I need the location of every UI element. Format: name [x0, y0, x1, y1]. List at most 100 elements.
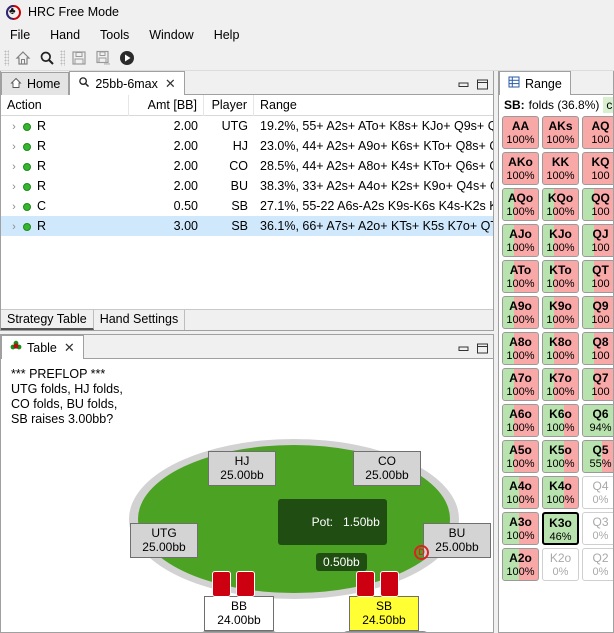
pot-label: Pot: [311, 515, 334, 529]
hand-cell[interactable]: A2o 100% [502, 548, 539, 581]
menu-tools[interactable]: Tools [98, 26, 131, 44]
menu-hand[interactable]: Hand [48, 26, 82, 44]
hand-cell[interactable]: Q8 100 [582, 332, 613, 365]
tab-hand-settings[interactable]: Hand Settings [93, 310, 186, 330]
table-row[interactable]: › R 2.00 CO 28.5%, 44+ A2s+ A8o+ K4s+ KTo+ Q… [1, 156, 493, 176]
toolbar-grip-2[interactable] [60, 50, 65, 66]
close-icon[interactable]: ✕ [64, 340, 75, 356]
hand-cell[interactable]: A3o 100% [502, 512, 539, 545]
tab-25bb-6max[interactable]: 25bb-6max ✕ [69, 71, 185, 95]
hand-cell[interactable]: AKs 100% [542, 116, 579, 149]
close-icon[interactable]: ✕ [165, 76, 176, 92]
hand-cell[interactable]: K7o 100% [542, 368, 579, 401]
column-header-action[interactable]: Action [1, 94, 129, 116]
minimize-button[interactable] [457, 78, 470, 91]
row-action-letter: R [37, 179, 47, 193]
table-row[interactable]: › C 0.50 SB 27.1%, 55-22 A6s-A2s K9s-K6s K4s… [1, 196, 493, 216]
hand-cell-label: Q9 [592, 299, 609, 313]
hand-cell[interactable]: Q4 0% [582, 476, 613, 509]
hand-cell[interactable]: K2o 0% [542, 548, 579, 581]
menu-window[interactable]: Window [147, 26, 195, 44]
table-row[interactable]: › R 2.00 HJ 23.0%, 44+ A2s+ A9o+ K6s+ KTo+ Q… [1, 136, 493, 156]
expander-icon[interactable]: › [7, 217, 21, 236]
expander-icon[interactable]: › [7, 157, 21, 176]
hand-cell[interactable]: QT 100 [582, 260, 613, 293]
hand-cell[interactable]: A4o 100% [502, 476, 539, 509]
seat-hj[interactable]: HJ 25.00bb [208, 451, 276, 486]
seat-sb[interactable]: SB 24.50bb [349, 596, 419, 631]
hand-cell[interactable]: KQo 100% [542, 188, 579, 221]
hand-cell-percent: 100 [591, 242, 610, 254]
hand-cell[interactable]: Q7 100 [582, 368, 613, 401]
tab-range[interactable]: Range [499, 71, 571, 95]
hand-cell-percent: 0% [592, 530, 609, 542]
seat-utg[interactable]: UTG 25.00bb [130, 523, 198, 558]
hand-cell[interactable]: Q3 0% [582, 512, 613, 545]
hand-cell[interactable]: KQ 100 [582, 152, 613, 185]
hand-cell[interactable]: A6o 100% [502, 404, 539, 437]
hand-cell[interactable]: AQo 100% [502, 188, 539, 221]
hand-cell-label: AKo [508, 155, 533, 169]
hand-cell[interactable]: QQ 100 [582, 188, 613, 221]
toolbar-grip[interactable] [4, 50, 9, 66]
maximize-button[interactable] [476, 342, 489, 355]
status-dot-icon [23, 162, 31, 171]
title-bar: ♣ HRC Free Mode [0, 0, 614, 24]
expander-icon[interactable]: › [7, 137, 21, 156]
hand-cell[interactable]: Q2 0% [582, 548, 613, 581]
tab-strategy-table[interactable]: Strategy Table [1, 310, 94, 330]
expander-icon[interactable]: › [7, 177, 21, 196]
hand-cell-percent: 55% [589, 458, 612, 470]
hand-cell[interactable]: A8o 100% [502, 332, 539, 365]
minimize-button[interactable] [457, 342, 470, 355]
save-as-icon[interactable] [92, 48, 114, 69]
hand-cell[interactable]: K5o 100% [542, 440, 579, 473]
home-icon[interactable] [12, 48, 34, 69]
hand-cell[interactable]: Q9 100 [582, 296, 613, 329]
expander-icon[interactable]: › [7, 197, 21, 216]
hand-cell[interactable]: QJ 100 [582, 224, 613, 257]
hand-cell[interactable]: K9o 100% [542, 296, 579, 329]
table-row[interactable]: › R 2.00 UTG 19.2%, 55+ A2s+ ATo+ K8s+ KJo+ … [1, 116, 493, 136]
hand-cell[interactable]: K4o 100% [542, 476, 579, 509]
maximize-button[interactable] [476, 78, 489, 91]
row-action-cell: › C [1, 196, 129, 216]
run-icon[interactable] [116, 48, 138, 69]
table-row[interactable]: › R 3.00 SB 36.1%, 66+ A7s+ A2o+ KTs+ K5s K7… [1, 216, 493, 236]
hand-cell[interactable]: A5o 100% [502, 440, 539, 473]
table-row[interactable]: › R 2.00 BU 38.3%, 33+ A2s+ A4o+ K2s+ K9o+ Q… [1, 176, 493, 196]
row-player-cell: HJ [232, 139, 248, 153]
hand-cell-label: Q3 [592, 515, 609, 529]
hand-cell[interactable]: Q6 94% [582, 404, 613, 437]
hand-cell[interactable]: KK 100% [542, 152, 579, 185]
tab-table[interactable]: Table ✕ [1, 335, 84, 359]
hand-cell[interactable]: KTo 100% [542, 260, 579, 293]
hand-cell[interactable]: ATo 100% [502, 260, 539, 293]
tab-home[interactable]: Home [1, 72, 70, 95]
column-header-player[interactable]: Player [204, 94, 254, 116]
menu-help[interactable]: Help [212, 26, 242, 44]
hand-cell[interactable]: A7o 100% [502, 368, 539, 401]
column-header-range[interactable]: Range [254, 95, 493, 116]
menu-file[interactable]: File [8, 26, 32, 44]
hand-cell[interactable]: AJo 100% [502, 224, 539, 257]
hand-cell-percent: 94% [589, 422, 612, 434]
hand-cell[interactable]: A9o 100% [502, 296, 539, 329]
row-action-cell: › R [1, 136, 129, 156]
expander-icon[interactable]: › [7, 117, 21, 136]
hand-cell[interactable]: K6o 100% [542, 404, 579, 437]
hand-cell[interactable]: KJo 100% [542, 224, 579, 257]
seat-bu[interactable]: BU 25.00bb [423, 523, 491, 558]
hand-cell[interactable]: AQ 100 [582, 116, 613, 149]
hand-cell[interactable]: Q5 55% [582, 440, 613, 473]
range-header-next: c [603, 97, 613, 113]
save-icon[interactable] [68, 48, 90, 69]
hand-cell[interactable]: K8o 100% [542, 332, 579, 365]
hand-cell[interactable]: AKo 100% [502, 152, 539, 185]
column-header-amt[interactable]: Amt [BB] [129, 94, 204, 116]
seat-bb[interactable]: BB 24.00bb [204, 596, 274, 631]
hand-cell[interactable]: K3o 46% [542, 512, 579, 545]
search-icon[interactable] [36, 48, 58, 69]
hand-cell[interactable]: AA 100% [502, 116, 539, 149]
seat-co[interactable]: CO 25.00bb [353, 451, 421, 486]
